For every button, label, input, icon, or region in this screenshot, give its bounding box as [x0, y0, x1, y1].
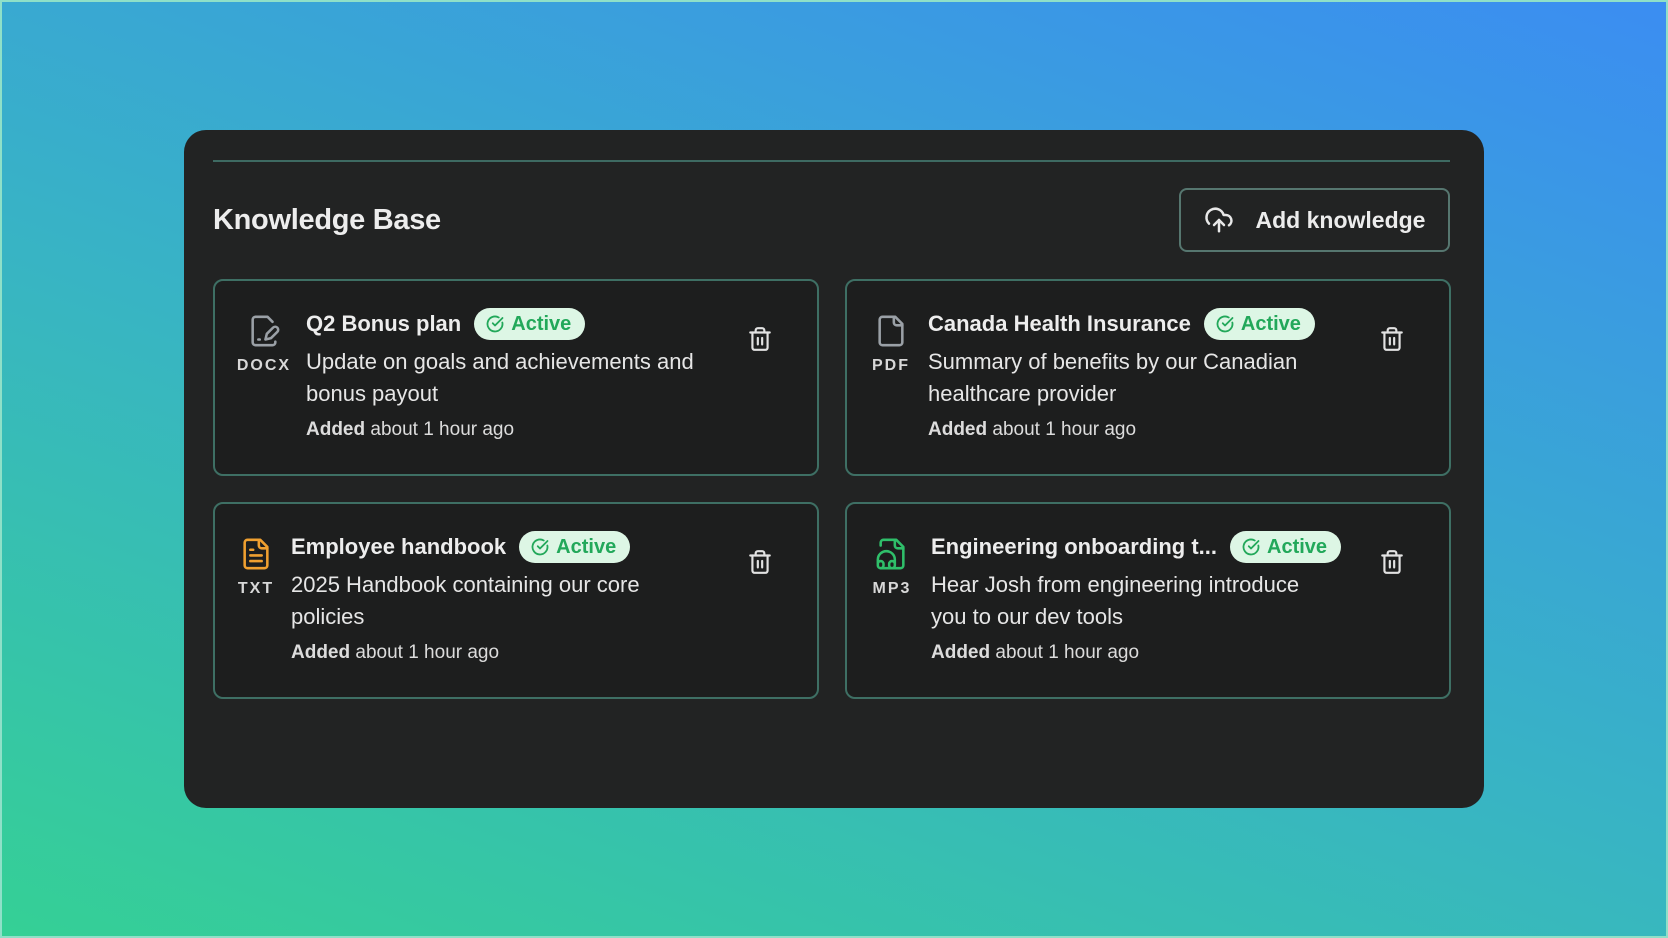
check-circle-icon — [531, 538, 549, 556]
added-prefix: Added — [928, 419, 988, 440]
added-prefix: Added — [306, 419, 366, 440]
knowledge-grid: DOCX Q2 Bonus plan Active Update on goal… — [213, 279, 1451, 699]
check-circle-icon — [1216, 315, 1234, 333]
added-relative: about 1 hour ago — [995, 642, 1140, 663]
file-type-label: TXT — [237, 580, 275, 597]
file-type-column: DOCX — [229, 313, 299, 375]
status-badge: Active — [519, 531, 631, 563]
card-content: Canada Health Insurance Active Summary o… — [928, 307, 1328, 441]
card-content: Q2 Bonus plan Active Update on goals and… — [306, 307, 706, 441]
added-relative: about 1 hour ago — [355, 642, 500, 663]
card-description: Summary of benefits by our Canadian heal… — [928, 349, 1298, 406]
check-circle-icon — [486, 315, 504, 333]
added-time: Added about 1 hour ago — [291, 642, 691, 664]
status-badge: Active — [1230, 531, 1342, 563]
cloud-upload-icon — [1204, 207, 1233, 233]
page-title: Knowledge Base — [213, 203, 441, 236]
added-prefix: Added — [291, 642, 351, 663]
added-prefix: Added — [931, 642, 991, 663]
card-content: Employee handbook Active 2025 Handbook c… — [291, 530, 691, 664]
knowledge-base-panel: Knowledge Base Add knowledge DOCX Q2 Bon… — [184, 130, 1484, 808]
status-label: Active — [556, 535, 617, 558]
card-content: Engineering onboarding t... Active Hear … — [931, 530, 1342, 664]
added-time: Added about 1 hour ago — [928, 419, 1328, 441]
knowledge-card[interactable]: DOCX Q2 Bonus plan Active Update on goal… — [213, 279, 819, 476]
add-knowledge-button[interactable]: Add knowledge — [1179, 188, 1450, 252]
knowledge-card[interactable]: TXT Employee handbook Active 2025 Handbo… — [213, 502, 819, 699]
file-type-column: TXT — [221, 536, 291, 598]
knowledge-card[interactable]: MP3 Engineering onboarding t... Active H… — [845, 502, 1451, 699]
file-type-column: PDF — [856, 313, 926, 375]
status-badge: Active — [474, 308, 586, 340]
knowledge-card[interactable]: PDF Canada Health Insurance Active Summa… — [845, 279, 1451, 476]
added-time: Added about 1 hour ago — [306, 419, 706, 441]
add-knowledge-label: Add knowledge — [1255, 206, 1426, 233]
file-type-label: DOCX — [236, 357, 292, 374]
section-divider — [213, 160, 1450, 162]
card-description: Hear Josh from engineering introduce you… — [931, 572, 1300, 629]
file-signature-icon — [251, 315, 280, 347]
card-title: Employee handbook — [291, 534, 507, 559]
trash-icon[interactable] — [747, 548, 773, 576]
file-type-label: MP3 — [872, 580, 912, 597]
added-relative: about 1 hour ago — [992, 419, 1137, 440]
file-text-icon — [243, 538, 269, 570]
card-description: Update on goals and achievements and bon… — [306, 349, 694, 406]
file-type-column: MP3 — [857, 536, 927, 598]
card-title: Canada Health Insurance — [928, 311, 1191, 336]
trash-icon[interactable] — [1379, 325, 1405, 353]
file-audio-icon — [876, 538, 905, 570]
status-badge: Active — [1203, 308, 1315, 340]
card-description: 2025 Handbook containing our core polici… — [291, 572, 640, 629]
check-circle-icon — [1242, 538, 1260, 556]
status-label: Active — [511, 312, 572, 335]
added-relative: about 1 hour ago — [370, 419, 515, 440]
added-time: Added about 1 hour ago — [931, 642, 1341, 664]
status-label: Active — [1267, 535, 1328, 558]
trash-icon[interactable] — [747, 325, 773, 353]
status-label: Active — [1240, 312, 1301, 335]
file-type-label: PDF — [872, 357, 910, 374]
card-title: Engineering onboarding t... — [931, 534, 1217, 559]
card-title: Q2 Bonus plan — [306, 311, 462, 336]
panel-header: Knowledge Base Add knowledge — [213, 188, 1450, 252]
file-icon — [878, 315, 904, 347]
trash-icon[interactable] — [1379, 548, 1405, 576]
